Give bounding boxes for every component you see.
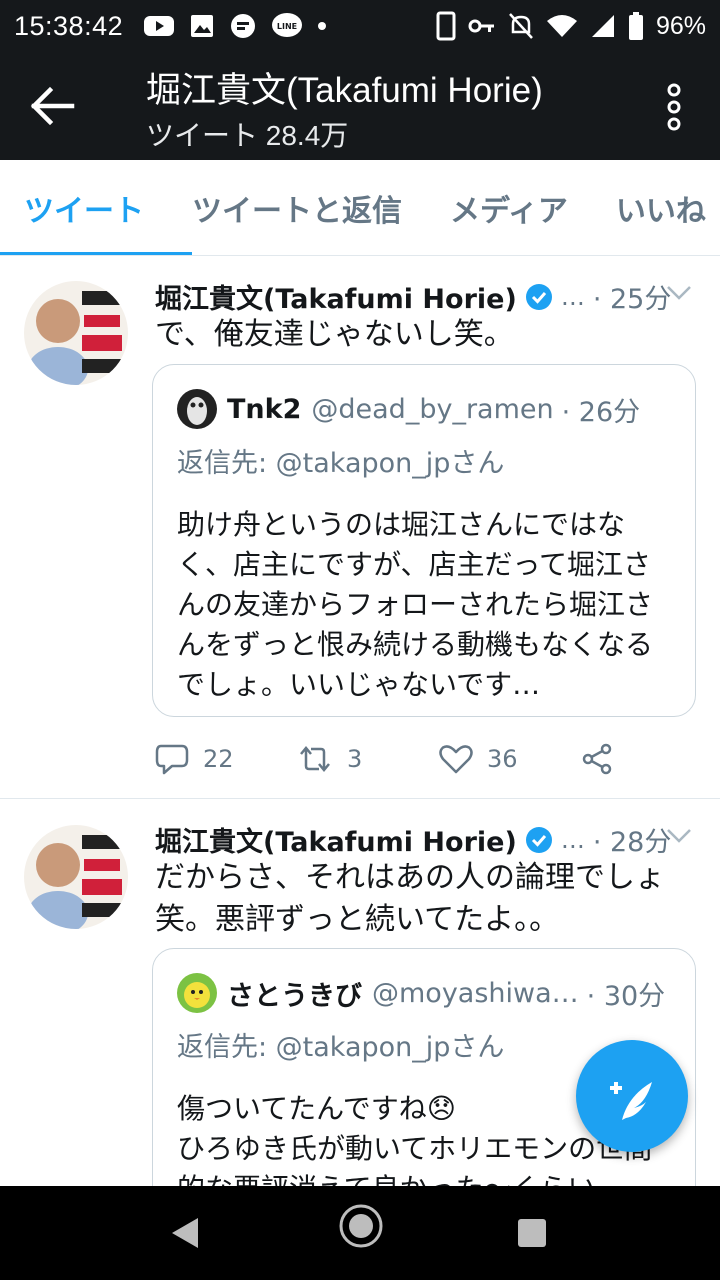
verified-badge-icon <box>525 283 552 310</box>
tweet-time[interactable]: · 28分 <box>593 820 672 859</box>
chat-icon <box>231 14 256 38</box>
status-bar: 15:38:42 LINE 96% <box>0 0 720 52</box>
tab-likes[interactable]: いいね <box>592 160 720 255</box>
profile-header: 堀江貴文(Takafumi Horie) ツイート 28.4万 <box>0 52 720 160</box>
like-count: 36 <box>487 745 518 773</box>
tab-tweets[interactable]: ツイート <box>0 160 192 255</box>
battery-icon <box>628 12 643 40</box>
profile-tabs: ツイート ツイートと返信 メディア いいね <box>0 160 720 256</box>
image-icon <box>191 15 214 37</box>
verified-badge-icon <box>525 826 552 853</box>
tab-media[interactable]: メディア <box>426 160 592 255</box>
quoted-author-handle: @moyashiwa… <box>372 977 579 1009</box>
retweet-icon <box>300 746 330 772</box>
reply-to-label: 返信先: @takapon_jpさん <box>177 448 505 479</box>
notification-icons: LINE <box>143 12 327 40</box>
quoted-avatar <box>177 389 217 429</box>
share-icon <box>582 743 612 775</box>
tweet-text: だからさ、それはあの人の論理でしょ笑。悪評ずっと続いてたよ。。 <box>155 860 665 937</box>
quoted-author-handle: @dead_by_ramen <box>311 393 554 425</box>
quoted-avatar <box>177 973 217 1013</box>
heart-icon <box>439 745 473 774</box>
system-navigation-bar <box>0 1186 720 1280</box>
quoted-author-name: さとうきび <box>227 980 362 1012</box>
tweet-count: ツイート 28.4万 <box>146 120 349 151</box>
tweet-time[interactable]: · 25分 <box>593 277 672 316</box>
compose-tweet-button[interactable] <box>576 1040 688 1152</box>
chevron-down-icon[interactable] <box>666 828 692 844</box>
status-time: 15:38:42 <box>14 10 124 41</box>
name-truncation: … <box>560 282 585 311</box>
retweet-button[interactable]: 3 <box>297 744 439 774</box>
reply-button[interactable]: 22 <box>155 743 297 775</box>
svg-text:LINE: LINE <box>277 22 297 31</box>
compose-feather-icon <box>610 1082 652 1120</box>
battery-level: 96% <box>655 11 706 40</box>
share-button[interactable] <box>581 743 613 775</box>
quoted-author-name: Tnk2 <box>227 393 302 425</box>
more-options-icon[interactable] <box>664 82 684 132</box>
back-arrow-icon[interactable] <box>28 86 76 126</box>
youtube-icon <box>144 16 175 36</box>
reply-icon <box>155 744 189 775</box>
reply-to-label: 返信先: @takapon_jpさん <box>177 1032 505 1063</box>
quoted-tweet[interactable]: Tnk2 @dead_by_ramen · 26分 返信先: @takapon_… <box>152 364 696 717</box>
tweet-actions: 22 3 36 <box>155 739 675 779</box>
wifi-icon <box>546 15 577 37</box>
quoted-tweet-text: 助け舟というのは堀江さんにではなく、店主にですが、店主だって堀江さんの友達からフ… <box>177 508 654 701</box>
tweet-card[interactable]: 堀江貴文(Takafumi Horie) … · 25分 で、俺友達じゃないし笑… <box>0 257 720 799</box>
reply-count: 22 <box>203 745 234 773</box>
dot-icon <box>318 22 327 30</box>
phone-icon <box>436 11 456 41</box>
line-icon: LINE <box>272 13 303 37</box>
quoted-tweet-time: · 26分 <box>561 396 641 428</box>
avatar[interactable] <box>24 281 128 385</box>
nav-recents-icon[interactable] <box>518 1219 546 1247</box>
nav-home-icon[interactable] <box>338 1203 384 1249</box>
quoted-tweet-time: · 30分 <box>586 980 666 1012</box>
retweet-count: 3 <box>347 745 363 773</box>
author-name[interactable]: 堀江貴文(Takafumi Horie) <box>155 277 517 316</box>
tweet-text: で、俺友達じゃないし笑。 <box>155 317 514 352</box>
page-title: 堀江貴文(Takafumi Horie) <box>146 71 543 110</box>
like-button[interactable]: 36 <box>439 744 581 774</box>
signal-icon <box>591 15 614 37</box>
avatar[interactable] <box>24 825 128 929</box>
mute-icon <box>509 13 533 39</box>
nav-back-icon[interactable] <box>168 1216 202 1250</box>
author-name[interactable]: 堀江貴文(Takafumi Horie) <box>155 820 517 859</box>
name-truncation: … <box>560 825 585 854</box>
key-icon <box>468 19 494 33</box>
chevron-down-icon[interactable] <box>666 285 692 301</box>
tab-tweets-and-replies[interactable]: ツイートと返信 <box>168 160 426 255</box>
